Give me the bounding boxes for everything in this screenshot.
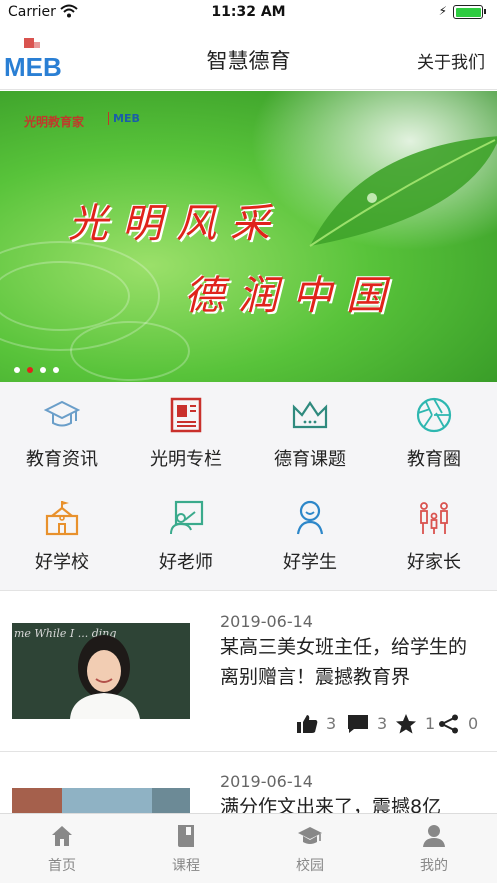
article-item[interactable]: me While I ... ding 2019-06-14 某高三美女班主任，…	[0, 592, 497, 750]
article-date: 2019-06-14	[220, 772, 313, 791]
teacher-icon	[170, 500, 204, 535]
comment-icon	[348, 715, 368, 733]
carousel-dots[interactable]	[14, 358, 66, 377]
battery-icon	[453, 5, 486, 19]
crown-icon	[292, 401, 328, 429]
home-icon	[52, 826, 72, 846]
category-label: 好家长	[407, 552, 461, 573]
category-good-parent[interactable]: 好家长	[372, 488, 496, 588]
article-thumbnail[interactable]: me While I ... ding	[12, 623, 190, 719]
category-moral-topics[interactable]: 德育课题	[248, 385, 372, 485]
category-label: 好学生	[283, 552, 337, 573]
tab-label: 我的	[420, 858, 448, 874]
banner-brand: 光明教育家	[24, 115, 85, 129]
tab-label: 课程	[172, 858, 200, 874]
tab-bar: 首页 课程 校园 我的	[0, 813, 497, 883]
book-icon	[178, 825, 194, 847]
nav-bar: MEB 智慧德育 关于我们	[0, 26, 497, 90]
article-thumbnail-image: me While I ... ding	[12, 623, 190, 719]
clock: 11:32 AM	[211, 4, 286, 20]
status-bar: Carrier 11:32 AM ⚡	[0, 0, 497, 26]
category-label: 光明专栏	[150, 449, 222, 470]
like-stat[interactable]: 3	[296, 714, 346, 734]
tab-profile[interactable]: 我的	[372, 814, 496, 883]
graduation-cap-icon	[44, 400, 80, 427]
category-label: 德育课题	[274, 449, 346, 470]
comment-count: 3	[377, 714, 388, 733]
about-us-link[interactable]: 关于我们	[417, 48, 485, 73]
article-thumbnail[interactable]	[12, 788, 190, 813]
student-icon	[296, 500, 324, 535]
aperture-icon	[416, 397, 452, 433]
carousel-dot[interactable]	[40, 367, 46, 373]
newspaper-icon	[170, 397, 202, 433]
tab-courses[interactable]: 课程	[124, 814, 248, 883]
category-label: 教育圈	[407, 449, 461, 470]
category-label: 教育资讯	[26, 449, 98, 470]
category-grid: 教育资讯 光明专栏 德育课题 教育圈 好学校 好老师 好学生 好家长	[0, 382, 497, 591]
user-icon	[423, 825, 445, 847]
family-icon	[420, 502, 448, 534]
tab-label: 校园	[296, 858, 324, 874]
category-education-news[interactable]: 教育资讯	[0, 385, 124, 485]
category-guangming-column[interactable]: 光明专栏	[124, 385, 248, 485]
banner-slogan-line1: 光明风采	[68, 201, 284, 247]
comment-stat[interactable]: 3	[347, 714, 392, 734]
share-icon	[439, 714, 458, 734]
charging-icon: ⚡	[438, 4, 447, 18]
tab-campus[interactable]: 校园	[248, 814, 372, 883]
tab-home[interactable]: 首页	[0, 814, 124, 883]
tab-label: 首页	[48, 858, 76, 874]
article-title[interactable]: 满分作文出来了，震撼8亿	[220, 792, 482, 813]
article-item[interactable]: 2019-06-14 满分作文出来了，震撼8亿	[0, 752, 497, 813]
category-good-teacher[interactable]: 好老师	[124, 488, 248, 588]
like-count: 3	[326, 714, 337, 733]
school-icon	[45, 501, 79, 536]
category-good-student[interactable]: 好学生	[248, 488, 372, 588]
favorite-stat[interactable]: 1	[395, 714, 435, 734]
share-count: 0	[468, 714, 479, 733]
ripple-decoration	[70, 321, 190, 381]
thumbs-up-icon	[297, 715, 318, 733]
leaf-icon	[309, 136, 497, 247]
banner-carousel[interactable]: 光明教育家 MEB 光明风采 德润中国	[0, 91, 497, 382]
category-label: 好学校	[35, 552, 89, 573]
mortarboard-icon	[298, 827, 322, 844]
share-stat[interactable]: 0	[438, 714, 483, 734]
banner-slogan-line2: 德润中国	[184, 273, 400, 319]
carousel-dot[interactable]	[14, 367, 20, 373]
star-icon	[396, 714, 416, 734]
article-date: 2019-06-14	[220, 612, 313, 631]
carousel-dot-active[interactable]	[27, 367, 33, 373]
carousel-dot[interactable]	[53, 367, 59, 373]
banner-brand-logo: MEB	[108, 112, 140, 125]
article-thumbnail-image	[12, 788, 190, 813]
favorite-count: 1	[425, 714, 436, 733]
article-title[interactable]: 某高三美女班主任，给学生的离别赠言！震撼教育界	[220, 632, 482, 692]
category-good-school[interactable]: 好学校	[0, 488, 124, 588]
category-label: 好老师	[159, 552, 213, 573]
category-education-circle[interactable]: 教育圈	[372, 385, 496, 485]
